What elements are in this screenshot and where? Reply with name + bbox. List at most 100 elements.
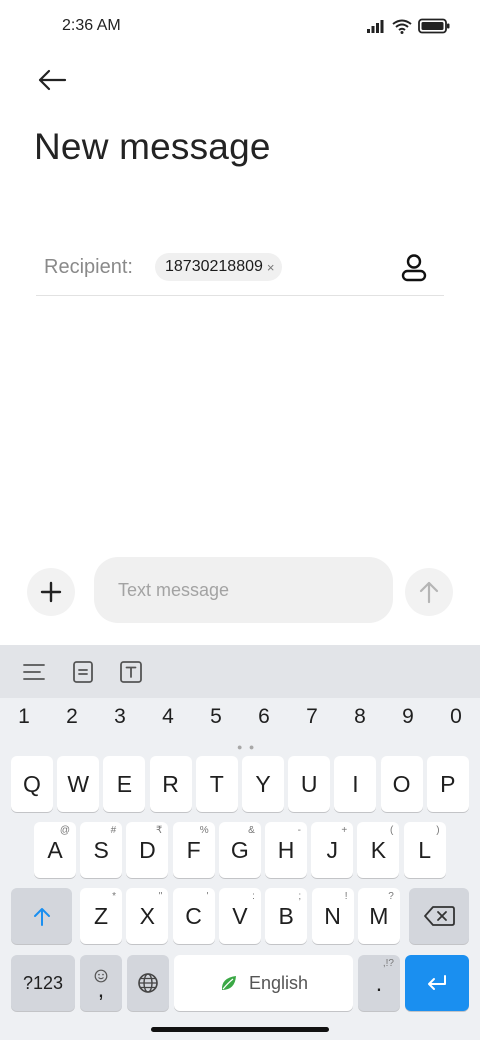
- number-key-9[interactable]: 9: [388, 705, 428, 729]
- number-key-7[interactable]: 7: [292, 705, 332, 729]
- key-label: Q: [23, 770, 41, 797]
- key-label: L: [418, 836, 431, 863]
- period-key-label: .: [375, 969, 383, 996]
- symbols-key[interactable]: ?123: [11, 955, 75, 1011]
- status-bar: 2:36 AM: [0, 0, 480, 52]
- period-key[interactable]: ,!? .: [358, 955, 400, 1011]
- select-contact-button[interactable]: [398, 252, 430, 284]
- key-i[interactable]: I: [334, 756, 377, 812]
- home-indicator[interactable]: [151, 1027, 329, 1032]
- key-g[interactable]: & G: [218, 822, 261, 878]
- key-label: R: [162, 770, 179, 797]
- key-z[interactable]: * Z: [80, 888, 122, 944]
- text-format-icon[interactable]: [118, 659, 144, 685]
- key-hint: +: [341, 825, 348, 836]
- key-label: X: [139, 902, 155, 929]
- signal-icon: [367, 20, 384, 33]
- number-key-6[interactable]: 6: [244, 705, 284, 729]
- backspace-key[interactable]: [409, 888, 469, 944]
- key-hint: ): [436, 825, 440, 836]
- key-label: Z: [93, 902, 109, 929]
- key-hint: ;: [298, 891, 302, 902]
- key-label: P: [440, 770, 456, 797]
- key-label: B: [278, 902, 294, 929]
- number-key-2[interactable]: 2: [52, 705, 92, 729]
- key-r[interactable]: R: [149, 756, 192, 812]
- key-label: A: [47, 836, 63, 863]
- back-button[interactable]: [30, 60, 74, 100]
- key-hint: ?: [388, 891, 394, 902]
- recipient-row[interactable]: Recipient: 18730218809 ×: [36, 240, 444, 296]
- key-hint: :: [252, 891, 255, 902]
- key-b[interactable]: ; B: [265, 888, 308, 944]
- key-w[interactable]: W: [57, 756, 100, 812]
- key-hint: ₹: [156, 825, 163, 836]
- period-key-hint: ,!?: [382, 958, 394, 969]
- send-button[interactable]: [405, 568, 453, 616]
- key-c[interactable]: ' C: [172, 888, 215, 944]
- key-x[interactable]: " X: [126, 888, 169, 944]
- plus-icon: [40, 581, 62, 603]
- key-q[interactable]: Q: [11, 756, 53, 812]
- wifi-icon: [392, 19, 412, 34]
- key-k[interactable]: (K: [357, 822, 400, 878]
- number-key-1[interactable]: 1: [4, 705, 44, 729]
- emoji-comma-key[interactable]: ,: [80, 955, 122, 1011]
- number-key-0[interactable]: 0: [436, 705, 476, 729]
- key-t[interactable]: T: [195, 756, 238, 812]
- key-m[interactable]: ? M: [357, 888, 400, 944]
- key-h[interactable]: -H: [265, 822, 307, 878]
- recipient-label: Recipient:: [44, 256, 133, 278]
- key-label: E: [116, 770, 133, 797]
- key-o[interactable]: O: [380, 756, 423, 812]
- key-label: G: [230, 836, 249, 863]
- key-label: N: [324, 902, 341, 929]
- page-indicator: ● ●: [237, 742, 257, 752]
- key-hint: %: [199, 825, 209, 836]
- attach-button[interactable]: [27, 568, 75, 616]
- keyboard: 1234567890 ● ● QWERTYUIOP @ A # S ₹ D% F & G - H + J…: [0, 645, 480, 1040]
- key-a[interactable]: @ A: [34, 822, 76, 878]
- key-hint: &: [248, 825, 255, 836]
- key-n[interactable]: ! N: [311, 888, 354, 944]
- key-hint: *: [112, 891, 116, 902]
- enter-key[interactable]: [405, 955, 469, 1011]
- key-f[interactable]: % F: [172, 822, 215, 878]
- number-key-3[interactable]: 3: [100, 705, 140, 729]
- comma-label: ,: [97, 976, 105, 1002]
- leaf-icon: [221, 976, 236, 990]
- globe-icon: [138, 973, 158, 993]
- key-hint: -: [297, 825, 301, 836]
- key-hint: ": [158, 891, 163, 902]
- key-u[interactable]: U: [288, 756, 331, 812]
- space-key-label: English: [248, 972, 309, 993]
- key-label: T: [209, 770, 224, 797]
- key-j[interactable]: + J: [311, 822, 354, 878]
- language-key[interactable]: [127, 955, 169, 1011]
- key-y[interactable]: Y: [242, 756, 284, 812]
- number-key-8[interactable]: 8: [340, 705, 380, 729]
- shift-key[interactable]: [11, 888, 72, 944]
- space-key[interactable]: English: [174, 955, 353, 1011]
- number-key-4[interactable]: 4: [148, 705, 188, 729]
- key-p[interactable]: P: [426, 756, 469, 812]
- status-time: 2:36 AM: [62, 17, 121, 34]
- page-title: New message: [34, 126, 271, 167]
- recipient-chip[interactable]: 18730218809 ×: [155, 253, 283, 281]
- key-label: J: [326, 836, 338, 863]
- recipient-chip-text: 18730218809: [165, 258, 263, 275]
- key-label: K: [370, 836, 387, 863]
- message-input[interactable]: [94, 557, 393, 623]
- key-hint: @: [59, 825, 70, 836]
- remove-recipient-button[interactable]: ×: [267, 260, 275, 275]
- key-v[interactable]: :V: [218, 888, 261, 944]
- clipboard-icon[interactable]: [70, 659, 96, 685]
- key-d[interactable]: ₹ D: [126, 822, 169, 878]
- key-l[interactable]: ) L: [403, 822, 446, 878]
- number-key-5[interactable]: 5: [196, 705, 236, 729]
- key-hint: !: [344, 891, 348, 902]
- key-label: C: [185, 902, 202, 929]
- key-e[interactable]: E: [103, 756, 146, 812]
- menu-lines-icon[interactable]: [21, 659, 47, 685]
- key-s[interactable]: # S: [80, 822, 123, 878]
